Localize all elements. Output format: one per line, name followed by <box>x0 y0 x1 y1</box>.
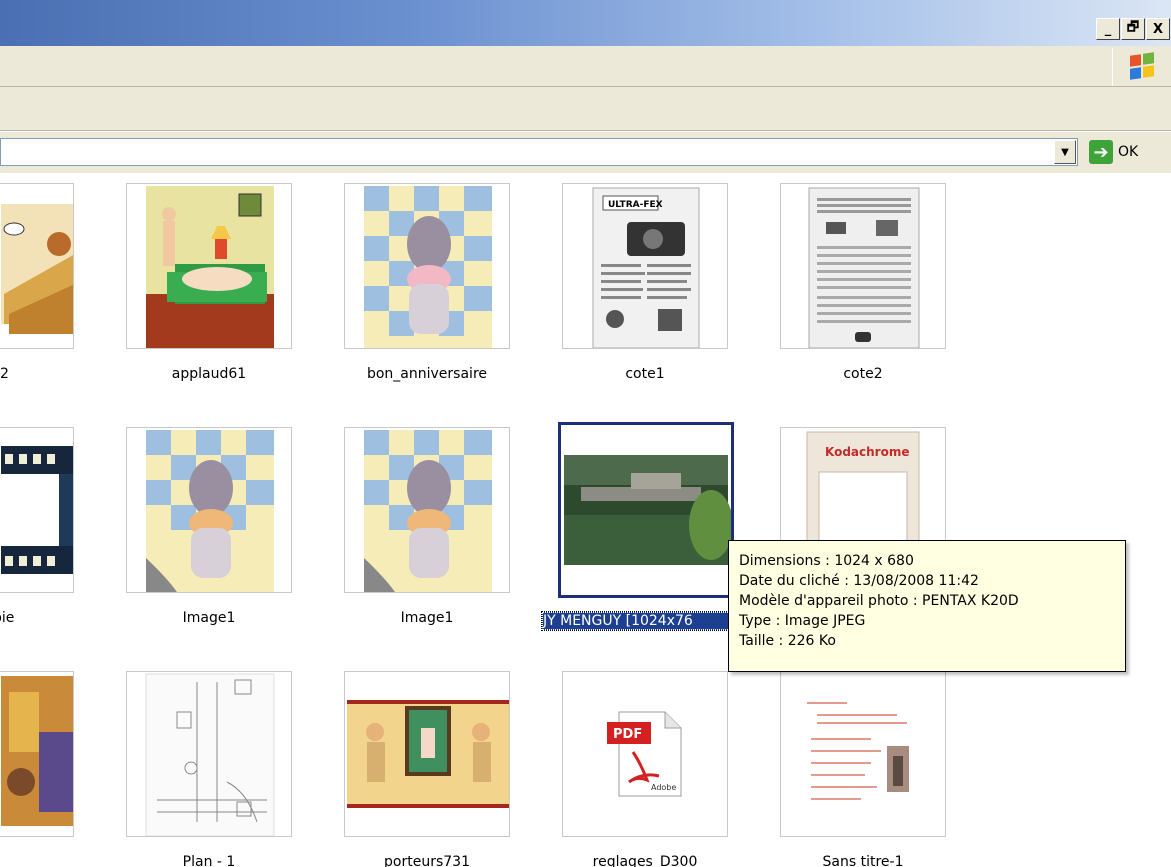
address-input[interactable] <box>0 138 1078 166</box>
thumbnail[interactable] <box>126 671 292 837</box>
minimize-button[interactable]: _ <box>1096 18 1120 40</box>
thumbnail[interactable] <box>780 183 946 349</box>
comic-thumbnail-image <box>1 184 73 348</box>
thumbnail[interactable] <box>344 183 510 349</box>
item-caption: cote2 <box>843 366 883 382</box>
item-caption: ; copie <box>0 610 15 626</box>
cat-thumbnail-image <box>364 430 492 592</box>
document-thumbnail-image <box>808 187 920 348</box>
plan-thumbnail-image <box>145 673 275 836</box>
menu-bar <box>0 46 1171 87</box>
adobe-label: Adobe <box>651 783 676 792</box>
item-caption: Image1 <box>400 610 454 626</box>
thumbnail[interactable] <box>126 183 292 349</box>
item-caption: Image1 <box>182 610 236 626</box>
film-thumbnail-image <box>1 428 73 592</box>
thumbnail[interactable] <box>344 427 510 593</box>
landscape-photo-thumbnail-image <box>561 425 731 595</box>
item-caption: porteurs731 <box>384 854 470 867</box>
illustration-thumbnail-image <box>146 186 274 348</box>
pdf-label: PDF <box>613 727 642 742</box>
item-caption: Sans titre-1 <box>822 854 904 867</box>
tooltip-date: Date du cliché : 13/08/2008 11:42 <box>739 573 979 589</box>
address-dropdown-button[interactable]: ▼ <box>1054 140 1076 164</box>
thumbnail-selected[interactable] <box>558 422 734 598</box>
thumbnail[interactable] <box>0 427 74 593</box>
item-caption: ire52 <box>0 366 9 382</box>
arrow-right-icon: ➔ <box>1093 141 1109 163</box>
document-thumbnail-image: ULTRA-FEX <box>592 187 700 348</box>
tooltip-type: Type : Image JPEG <box>739 613 866 629</box>
chevron-down-icon: ▼ <box>1061 146 1069 158</box>
thumbnail-view[interactable]: ire52 applaud61 <box>0 173 1171 867</box>
painting-thumbnail-image <box>1 672 73 836</box>
ultrafex-text: ULTRA-FEX <box>608 200 663 210</box>
address-bar: ▼ ➔ OK <box>0 131 1171 173</box>
thumbnail[interactable] <box>344 671 510 837</box>
windows-logo-icon <box>1112 48 1167 86</box>
close-button[interactable]: X <box>1146 18 1170 40</box>
cat-thumbnail-image <box>146 430 274 592</box>
item-caption: bon_anniversaire <box>366 366 488 382</box>
thumbnail[interactable]: PDF Adobe <box>562 671 728 837</box>
title-bar: _ 🗗 X <box>0 0 1171 46</box>
document-thumbnail-image <box>800 674 928 836</box>
illustration-thumbnail-image <box>347 700 509 808</box>
item-caption: applaud61 <box>171 366 247 382</box>
thumbnail[interactable] <box>780 671 946 837</box>
tooltip-size: Taille : 226 Ko <box>739 633 836 649</box>
tooltip-dimensions: Dimensions : 1024 x 680 <box>739 553 914 569</box>
item-caption-selected: JY MENGUY [1024x76 <box>541 611 743 631</box>
kodachrome-text: Kodachrome <box>825 445 909 459</box>
cat-thumbnail-image <box>364 186 492 348</box>
item-caption: : <box>0 854 94 867</box>
toolbar <box>0 87 1171 131</box>
maximize-button[interactable]: 🗗 <box>1121 18 1145 40</box>
item-caption: Plan - 1 <box>182 854 236 867</box>
file-info-tooltip: Dimensions : 1024 x 680 Date du cliché :… <box>728 540 1126 672</box>
thumbnail[interactable]: ULTRA-FEX <box>562 183 728 349</box>
pdf-file-icon: PDF Adobe <box>607 711 682 797</box>
thumbnail[interactable] <box>126 427 292 593</box>
go-button[interactable]: ➔ <box>1089 140 1113 164</box>
go-label[interactable]: OK <box>1118 144 1138 160</box>
tooltip-camera: Modèle d'appareil photo : PENTAX K20D <box>739 593 1019 609</box>
thumbnail[interactable] <box>0 183 74 349</box>
thumbnail[interactable] <box>0 671 74 837</box>
item-caption: cote1 <box>625 366 665 382</box>
item-caption: reglages_D300 <box>592 854 698 867</box>
